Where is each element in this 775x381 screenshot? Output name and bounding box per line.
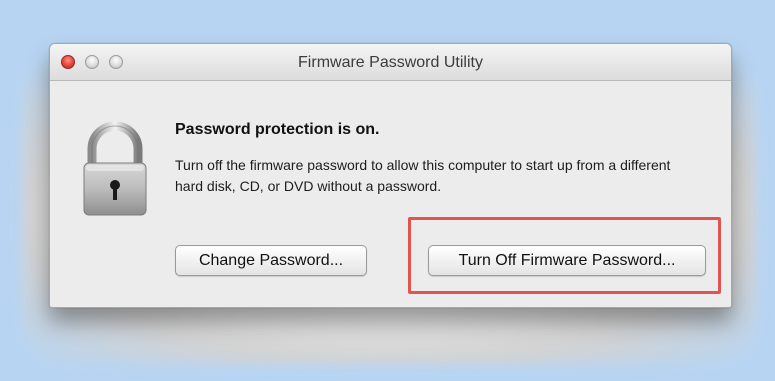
status-heading: Password protection is on. [175, 121, 380, 138]
window-title: Firmware Password Utility [298, 54, 483, 71]
dialog-content: Password protection is on. Turn off the … [50, 81, 731, 307]
padlock-icon [83, 121, 147, 216]
turn-off-firmware-password-button[interactable]: Turn Off Firmware Password... [428, 245, 706, 276]
screenshot-stage: Firmware Password Utility Password prote… [0, 0, 775, 381]
firmware-password-window: Firmware Password Utility Password prote… [49, 43, 732, 308]
window-titlebar[interactable]: Firmware Password Utility [50, 44, 731, 81]
status-message: Turn off the firmware password to allow … [175, 157, 671, 194]
change-password-button[interactable]: Change Password... [175, 245, 367, 276]
